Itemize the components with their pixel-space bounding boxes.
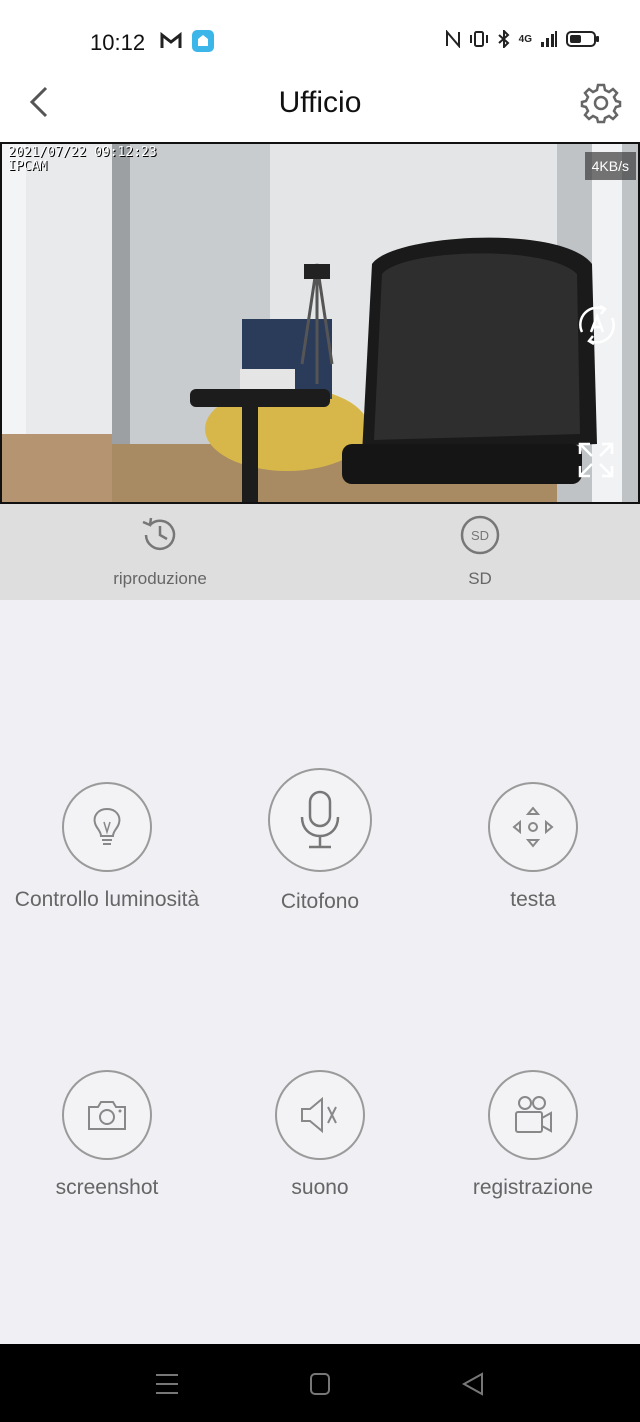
record-button[interactable]: [488, 1070, 578, 1160]
expand-icon: [578, 442, 614, 478]
sound-control: suono: [213, 1070, 427, 1200]
history-icon: [142, 517, 176, 551]
menu-button[interactable]: [152, 1370, 182, 1398]
notification-icons: [160, 30, 214, 52]
nfc-icon: [445, 30, 460, 48]
intercom-button[interactable]: [268, 768, 372, 872]
camera-scene-image: [2, 144, 638, 502]
direction-pad-icon: [512, 806, 554, 848]
gear-icon: [580, 83, 622, 124]
bluetooth-icon: [497, 30, 510, 48]
auto-rotate-icon: [579, 304, 615, 346]
home-icon: [310, 1373, 330, 1395]
vibrate-icon: [469, 31, 488, 47]
home-button[interactable]: [305, 1370, 335, 1398]
video-camera-icon: [515, 1096, 552, 1133]
brightness-control: Controllo luminosità: [0, 782, 214, 912]
osd-camera-name: IPCAM: [8, 159, 48, 174]
intercom-label: Citofono: [280, 890, 360, 913]
record-label: registrazione: [472, 1176, 594, 1199]
sd-card-icon: SD: [460, 515, 500, 555]
camera-icon: [88, 1101, 126, 1130]
osd-overlay: 2021/07/22 09:12:23 IPCAM: [8, 146, 157, 174]
system-navigation-bar: [0, 1344, 640, 1422]
sound-button[interactable]: [275, 1070, 365, 1160]
speaker-muted-icon: [301, 1096, 337, 1134]
sound-label: suono: [291, 1176, 349, 1199]
menu-icon: [156, 1374, 178, 1394]
ptz-control: testa: [426, 782, 640, 912]
settings-button[interactable]: [580, 82, 622, 124]
brightness-label: Controllo luminosità: [14, 888, 200, 911]
bitrate-indicator: 4KB/s: [584, 152, 636, 180]
playback-label: riproduzione: [113, 569, 207, 588]
intercom-control: Citofono: [213, 768, 427, 914]
camera-live-feed[interactable]: 2021/07/22 09:12:23 IPCAM 4KB/s: [0, 142, 640, 504]
screenshot-label: screenshot: [55, 1176, 159, 1199]
triangle-back-icon: [461, 1372, 483, 1396]
ptz-label: testa: [510, 888, 556, 911]
ptz-button[interactable]: [488, 782, 578, 872]
lightbulb-icon: [93, 807, 121, 845]
camera-controls: Controllo luminosità Citofono testa scre…: [0, 600, 640, 1344]
microphone-icon: [300, 790, 340, 849]
auto-rotate-button[interactable]: [574, 302, 620, 348]
app-notification-icon: [192, 30, 214, 52]
playback-toolbar: riproduzione SD SD: [0, 504, 640, 600]
sd-label: SD: [468, 569, 492, 588]
playback-button[interactable]: riproduzione: [60, 514, 260, 589]
sd-card-button[interactable]: SD SD: [380, 514, 580, 589]
brightness-button[interactable]: [62, 782, 152, 872]
network-type: 4G: [518, 33, 532, 45]
header: Ufficio: [0, 60, 640, 142]
page-title: Ufficio: [278, 86, 362, 119]
battery-icon: [566, 31, 599, 47]
gmail-icon: [160, 32, 182, 48]
osd-timestamp: 2021/07/22 09:12:23: [8, 145, 157, 160]
fullscreen-button[interactable]: [576, 440, 616, 480]
record-control: registrazione: [426, 1070, 640, 1200]
status-time: 10:12: [90, 30, 146, 55]
system-icons: 4G: [445, 30, 600, 48]
screenshot-button[interactable]: [62, 1070, 152, 1160]
svg-text:SD: SD: [471, 528, 489, 543]
back-nav-button[interactable]: [458, 1370, 488, 1398]
signal-icon: [541, 31, 557, 47]
screenshot-control: screenshot: [0, 1070, 214, 1200]
